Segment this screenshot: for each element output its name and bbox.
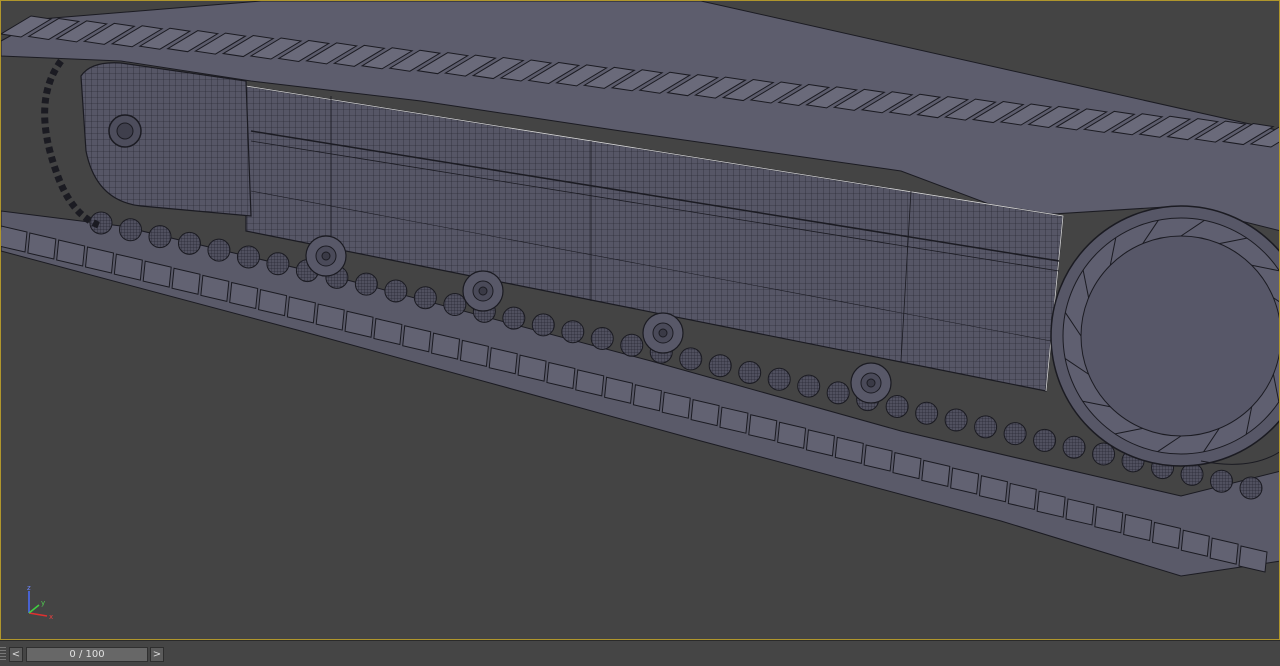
z-axis-label: z (27, 584, 31, 592)
time-slider-bar: < 0 / 100 > (0, 640, 1280, 666)
axis-tripod-gizmo: z y x (27, 584, 53, 621)
drive-sprocket-wheel (1050, 205, 1279, 467)
next-frame-button[interactable]: > (150, 647, 164, 662)
y-axis-label: y (41, 599, 45, 607)
perspective-viewport[interactable]: z y x (0, 0, 1280, 640)
x-axis-label: x (49, 613, 53, 621)
previous-frame-button[interactable]: < (9, 647, 23, 662)
crawler-track-wireframe-model[interactable] (1, 1, 1280, 640)
toolbar-grip-handle[interactable] (0, 647, 6, 661)
frame-slider[interactable]: 0 / 100 (26, 647, 148, 662)
front-idler-wheel (41, 58, 252, 230)
